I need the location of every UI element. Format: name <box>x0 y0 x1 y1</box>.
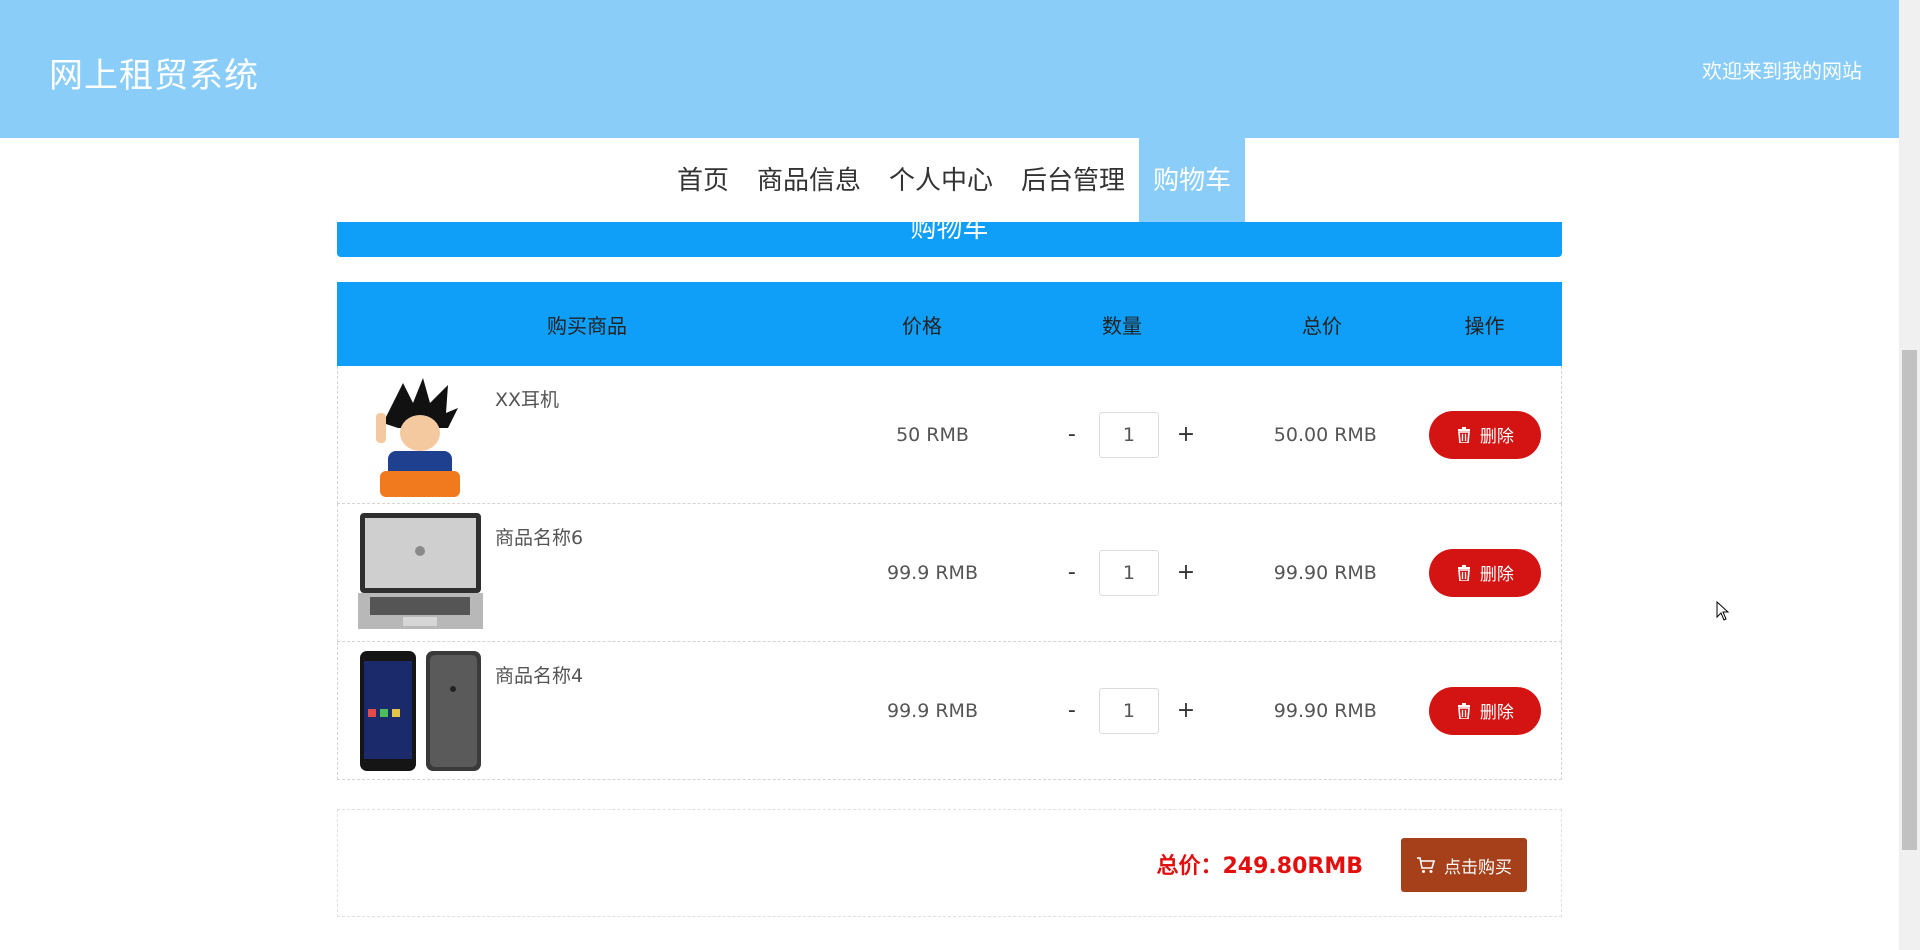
cart-table: 购买商品 价格 数量 总价 操作 XX耳机 50 RMB - + <box>337 282 1562 780</box>
qty-input[interactable] <box>1098 411 1159 458</box>
price-cell: 99.9 RMB <box>887 699 978 722</box>
trash-icon <box>1457 426 1470 443</box>
qty-decrease-button[interactable]: - <box>1057 422 1087 447</box>
action-cell: 删除 <box>1409 548 1561 597</box>
product-image[interactable] <box>358 372 483 497</box>
scrollbar-thumb[interactable] <box>1902 350 1917 850</box>
product-cell: 商品名称4 <box>338 648 849 773</box>
qty-decrease-button[interactable]: - <box>1057 698 1087 723</box>
row-total-cell: 50.00 RMB <box>1273 423 1377 446</box>
col-header-quantity: 数量 <box>1102 313 1142 338</box>
qty-increase-button[interactable]: + <box>1171 698 1201 723</box>
cart-banner: 购物车 <box>337 222 1562 257</box>
site-brand: 网上租贸系统 <box>49 56 259 96</box>
nav-profile[interactable]: 个人中心 <box>875 138 1007 224</box>
delete-label: 删除 <box>1479 703 1514 723</box>
qty-decrease-button[interactable]: - <box>1057 560 1087 585</box>
table-row: 商品名称6 99.9 RMB - + 99.90 RMB 删除 <box>337 504 1562 642</box>
trash-icon <box>1457 702 1470 719</box>
delete-label: 删除 <box>1479 565 1514 585</box>
cart-banner-title: 购物车 <box>910 222 989 244</box>
welcome-text: 欢迎来到我的网站 <box>1702 59 1862 83</box>
quantity-stepper: - + <box>1016 411 1242 458</box>
delete-button[interactable]: 删除 <box>1428 548 1541 597</box>
action-cell: 删除 <box>1409 410 1561 459</box>
nav-home[interactable]: 首页 <box>663 138 743 224</box>
qty-input[interactable] <box>1098 549 1159 596</box>
delete-button[interactable]: 删除 <box>1428 686 1541 735</box>
qty-input[interactable] <box>1098 687 1159 734</box>
delete-button[interactable]: 删除 <box>1428 410 1541 459</box>
product-name: 商品名称6 <box>495 526 584 549</box>
qty-increase-button[interactable]: + <box>1171 422 1201 447</box>
nav-products[interactable]: 商品信息 <box>743 138 875 224</box>
cart-icon <box>1417 857 1436 873</box>
buy-button[interactable]: 点击购买 <box>1401 838 1527 892</box>
row-total-cell: 99.90 RMB <box>1273 699 1377 722</box>
grand-total: 总价：249.80RMB <box>1156 854 1364 879</box>
price-cell: 99.9 RMB <box>887 561 978 584</box>
page-scrollbar[interactable] <box>1899 0 1920 950</box>
main-nav: 首页 商品信息 个人中心 后台管理 购物车 <box>663 138 1246 224</box>
buy-label: 点击购买 <box>1444 857 1512 878</box>
qty-increase-button[interactable]: + <box>1171 560 1201 585</box>
action-cell: 删除 <box>1409 686 1561 735</box>
product-name: 商品名称4 <box>495 664 584 687</box>
price-cell: 50 RMB <box>896 423 969 446</box>
product-image[interactable] <box>358 648 483 773</box>
trash-icon <box>1457 564 1470 581</box>
quantity-stepper: - + <box>1016 687 1242 734</box>
product-cell: 商品名称6 <box>338 510 849 635</box>
delete-label: 删除 <box>1479 427 1514 447</box>
col-header-total: 总价 <box>1302 313 1342 338</box>
quantity-stepper: - + <box>1016 549 1242 596</box>
col-header-action: 操作 <box>1464 313 1505 338</box>
product-name: XX耳机 <box>495 388 560 411</box>
nav-admin[interactable]: 后台管理 <box>1007 138 1139 224</box>
table-row: 商品名称4 99.9 RMB - + 99.90 RMB 删除 <box>337 642 1562 780</box>
col-header-price: 价格 <box>902 313 942 338</box>
table-header: 购买商品 价格 数量 总价 操作 <box>337 282 1562 366</box>
row-total-cell: 99.90 RMB <box>1273 561 1377 584</box>
col-header-product: 购买商品 <box>547 313 627 338</box>
cart-summary: 总价：249.80RMB 点击购买 <box>337 809 1562 917</box>
table-row: XX耳机 50 RMB - + 50.00 RMB 删除 <box>337 366 1562 504</box>
nav-cart[interactable]: 购物车 <box>1139 138 1246 224</box>
product-image[interactable] <box>358 510 483 635</box>
mouse-cursor-icon <box>1716 601 1730 621</box>
product-cell: XX耳机 <box>338 372 849 497</box>
site-header: 网上租贸系统 欢迎来到我的网站 <box>0 0 1899 138</box>
